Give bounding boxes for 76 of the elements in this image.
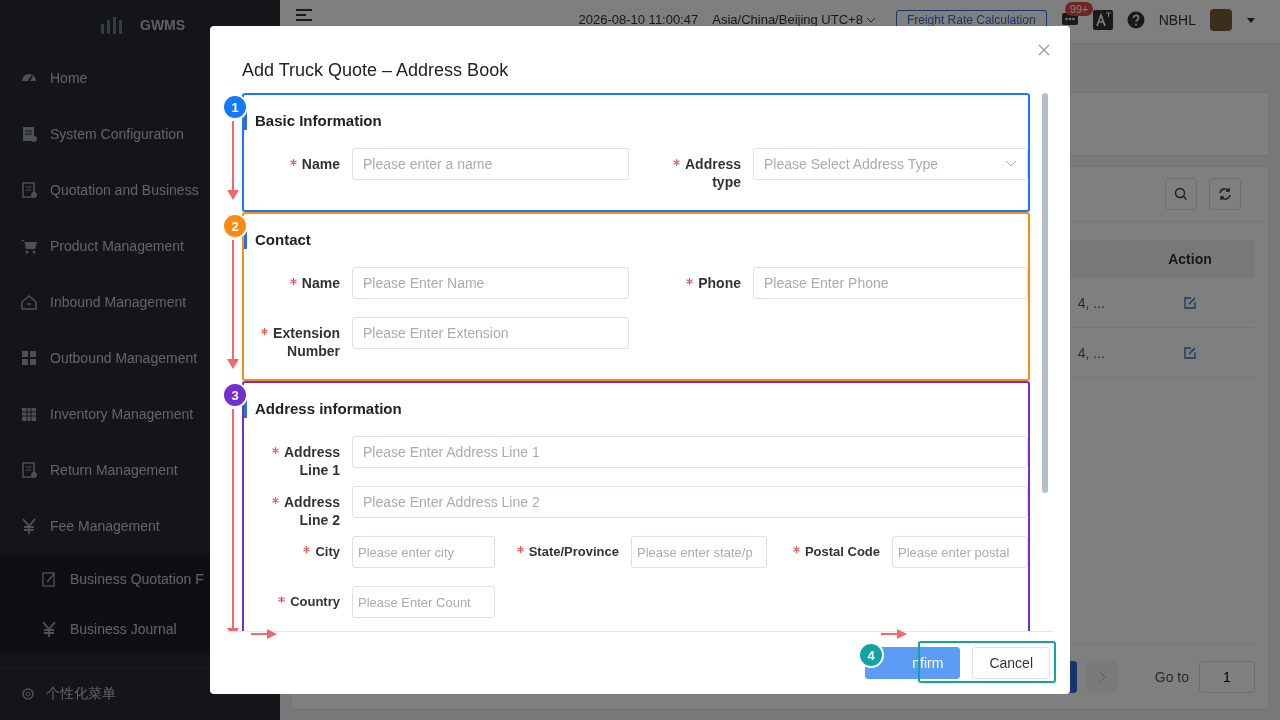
section-heading: Contact	[244, 231, 1028, 249]
chevron-down-icon	[865, 16, 876, 24]
edit-icon	[1183, 345, 1197, 360]
step-badge: 1	[222, 94, 248, 120]
cancel-button[interactable]: Cancel	[972, 647, 1050, 679]
caret-icon	[1246, 16, 1256, 24]
step-badge: 3	[222, 382, 248, 408]
page-input[interactable]: 1	[1199, 661, 1255, 693]
close-icon	[1038, 44, 1050, 56]
right-arrow	[880, 628, 908, 640]
chevron-down-icon	[1005, 160, 1017, 168]
goto-label: Go to	[1154, 669, 1189, 685]
scrollbar[interactable]	[1042, 93, 1048, 493]
select-field[interactable]: Please Select Address Type	[753, 148, 1028, 180]
help-icon	[1126, 11, 1145, 29]
bars-logo-icon	[100, 16, 122, 34]
timezone-selector[interactable]: Asia/China/Beijing UTC+8	[712, 12, 876, 28]
input-field[interactable]: Please Enter Count	[352, 586, 495, 618]
sidebar-item[interactable]: Return Management	[0, 442, 280, 498]
column-header: Action	[1167, 251, 1213, 267]
table-cell: 4, ...	[1077, 344, 1105, 361]
input-field[interactable]: Please enter postal	[892, 536, 1028, 568]
search-icon	[1174, 187, 1188, 201]
avatar-placeholder[interactable]	[1210, 9, 1232, 31]
grid-icon	[20, 349, 38, 367]
input-field[interactable]: Please enter state/p	[631, 536, 767, 568]
receipt-icon	[20, 461, 38, 479]
input-field[interactable]: Please Enter Extension	[352, 317, 629, 349]
section-heading: Basic Information	[244, 112, 1028, 130]
refresh-button[interactable]	[1209, 178, 1241, 210]
datetime-text: 2026-08-10 11:00:47	[578, 12, 699, 28]
dialog-title: Add Truck Quote – Address Book	[242, 59, 509, 81]
input-field[interactable]: Please enter city	[352, 536, 495, 568]
right-arrow	[250, 628, 278, 640]
submenu-item[interactable]: Business Journal	[0, 604, 280, 654]
field-label: Country	[290, 594, 340, 609]
field-label: Address Line 2	[283, 494, 340, 528]
close-button[interactable]	[1036, 42, 1052, 58]
field-label: Address type	[684, 156, 741, 190]
input-field[interactable]: Please enter a name	[352, 148, 629, 180]
field-label: Phone	[698, 275, 741, 291]
pencil-note-icon	[40, 570, 58, 588]
document-icon	[20, 125, 38, 143]
field-label: Postal Code	[804, 544, 880, 559]
field-label: Address Line 1	[283, 444, 340, 478]
edit-icon	[1183, 295, 1197, 310]
receipt-icon	[20, 181, 38, 199]
submenu-item[interactable]: Business Quotation F	[0, 554, 280, 604]
notification-badge: 99+	[1064, 2, 1094, 16]
yen-icon	[40, 620, 58, 638]
input-field[interactable]: Please Enter Address Line 1	[352, 436, 1028, 468]
house-icon	[20, 293, 38, 311]
step-badge: 4	[858, 642, 884, 668]
field-label: Name	[301, 156, 340, 172]
section-heading: Address information	[244, 400, 1028, 418]
user-name: NBHL	[1158, 12, 1196, 28]
field-label: Extension Number	[273, 325, 340, 359]
logo-text: GWMS	[140, 17, 186, 33]
chevron-right-icon	[1097, 671, 1106, 683]
field-label: State/Province	[528, 544, 619, 559]
yen-icon	[20, 517, 38, 535]
input-field[interactable]: Please Enter Phone	[753, 267, 1028, 299]
step-badge: 2	[222, 213, 248, 239]
input-field[interactable]: Please Enter Name	[352, 267, 629, 299]
sidebar-item[interactable]: Fee Management	[0, 498, 280, 554]
field-label: Name	[301, 275, 340, 291]
translate-icon	[1092, 10, 1113, 30]
cart-icon	[20, 237, 38, 255]
search-button[interactable]	[1165, 178, 1197, 210]
input-field[interactable]: Please Enter Address Line 2	[352, 486, 1028, 518]
table-icon	[20, 405, 38, 423]
table-cell: 4, ...	[1077, 294, 1105, 311]
menu-icon	[296, 9, 312, 21]
field-label: City	[315, 544, 340, 559]
settings-icon	[20, 686, 36, 702]
refresh-icon	[1218, 187, 1232, 201]
